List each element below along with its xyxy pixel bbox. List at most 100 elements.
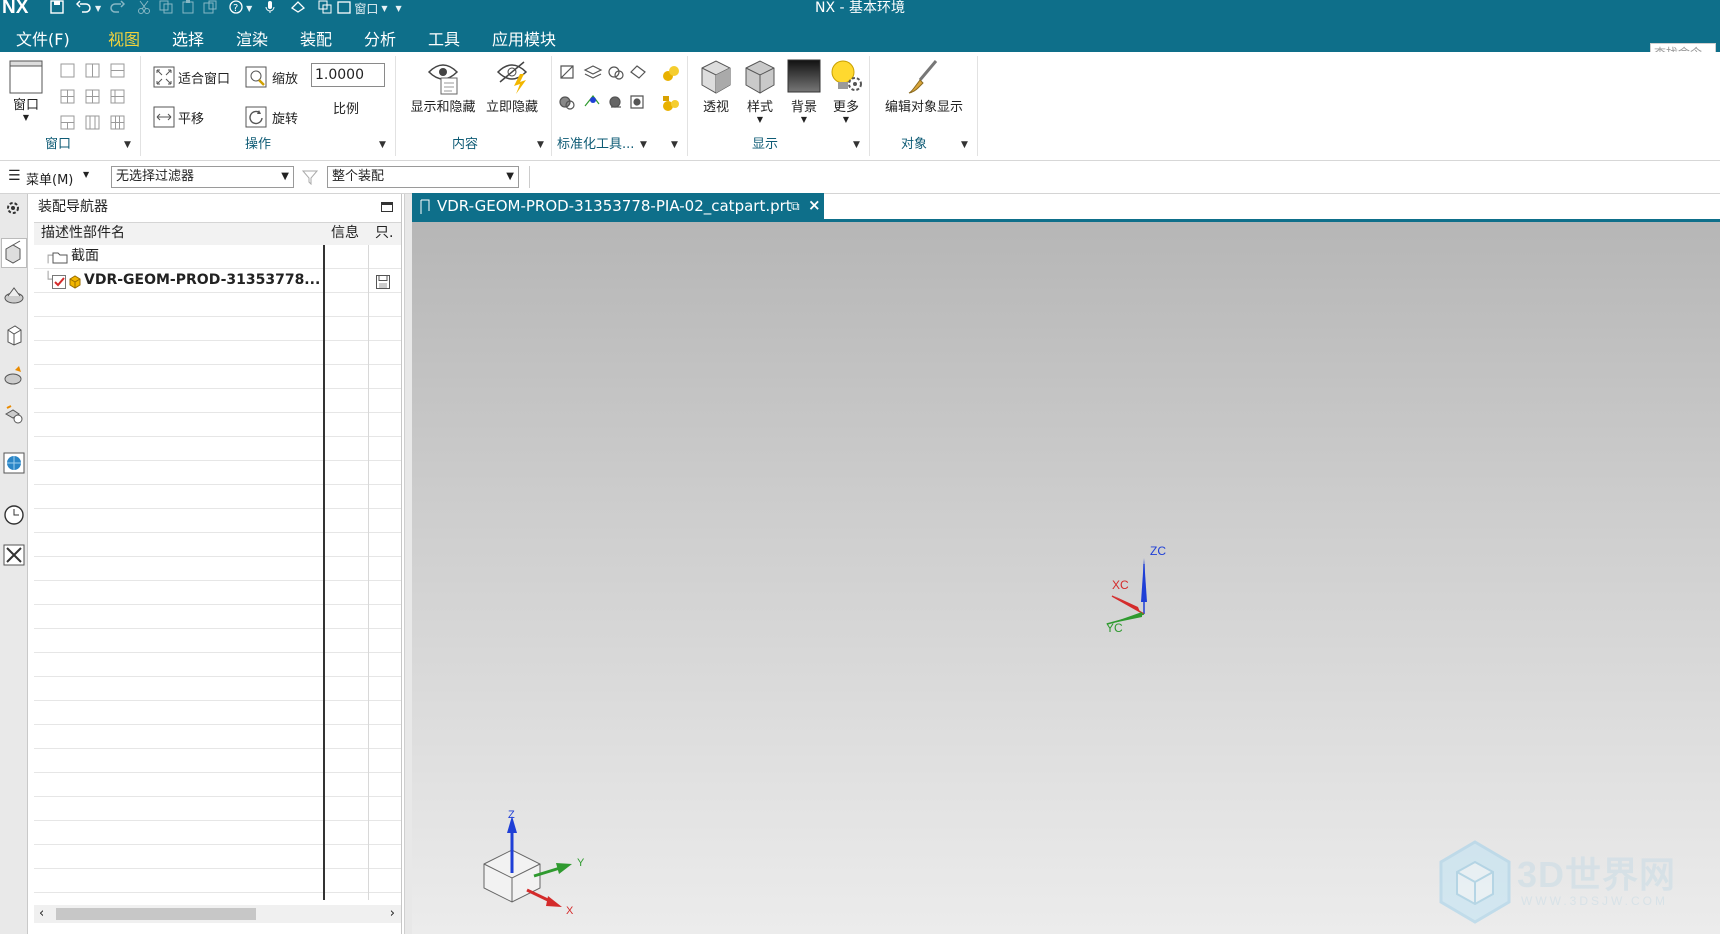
history-icon[interactable] — [3, 504, 25, 526]
selection-scope-select[interactable]: 整个装配 ▼ — [327, 166, 519, 188]
style-button[interactable]: 样式 ▼ — [741, 58, 779, 124]
maximize-icon[interactable] — [381, 202, 393, 212]
cut-icon[interactable] — [137, 0, 151, 17]
tab-view[interactable]: 视图 — [97, 26, 151, 55]
horizontal-scrollbar[interactable]: ‹ › — [34, 905, 401, 923]
group-window-more-icon[interactable]: ▼ — [124, 140, 131, 150]
web-browser-icon[interactable] — [3, 452, 25, 474]
paste-icon[interactable] — [181, 0, 195, 17]
column-divider — [368, 245, 369, 900]
column-header-name[interactable]: 描述性部件名 — [41, 223, 125, 244]
window-menu[interactable]: 窗口 — [354, 0, 378, 17]
scale-input[interactable]: 1.0000 — [311, 63, 385, 87]
group-extra-more-icon[interactable]: ▼ — [671, 140, 678, 150]
group-standard-tools-more-icon[interactable]: ▼ — [640, 140, 647, 150]
tab-tools[interactable]: 工具 — [428, 26, 460, 50]
view-layout-icons[interactable] — [60, 62, 130, 134]
menu-dropdown-icon[interactable]: ▼ — [83, 170, 89, 179]
resource-bar — [0, 194, 28, 934]
window-dropdown-icon[interactable]: ▼ — [8, 113, 44, 122]
column-header-readonly[interactable]: 只. — [375, 223, 393, 244]
document-tab[interactable]: VDR-GEOM-PROD-31353778-PIA-02_catpart.pr… — [412, 193, 824, 220]
group-display: 透视 样式 ▼ 背景 ▼ 更多 ▼ 显示 ▼ — [689, 56, 870, 156]
window-dropdown-icon[interactable]: ▼ — [381, 4, 387, 13]
switch-window-icon[interactable] — [318, 0, 332, 17]
tab-file[interactable]: 文件(F) — [16, 26, 70, 50]
immediate-hide-icon — [496, 61, 528, 94]
perspective-button[interactable]: 透视 — [697, 58, 735, 115]
more-dropdown-icon[interactable]: ▼ — [827, 115, 865, 124]
immediate-hide-button[interactable]: 立即隐藏 — [481, 58, 543, 115]
zoom-button[interactable]: 缩放 — [245, 66, 298, 88]
selection-scope-value: 整个装配 — [332, 169, 385, 184]
tab-assembly[interactable]: 装配 — [300, 26, 332, 50]
window-button[interactable]: 窗口 ▼ — [8, 60, 44, 122]
standard-tools-icons[interactable] — [559, 64, 649, 114]
selection-scope-dropdown-icon: ▼ — [506, 171, 514, 182]
triad-z-label: Z — [508, 809, 515, 821]
scroll-right-icon[interactable]: › — [390, 905, 395, 923]
title-bar: NX NX - 基本环境 ▼ ? ▼ 窗口 ▼ ▼ — [0, 0, 1720, 18]
style-dropdown-icon[interactable]: ▼ — [741, 115, 779, 124]
pan-icon — [153, 106, 175, 128]
hd3d-tools-icon[interactable] — [3, 404, 25, 426]
show-hide-button[interactable]: 显示和隐藏 — [407, 58, 479, 115]
touch-mode-icon[interactable] — [290, 0, 306, 17]
filter-icon[interactable] — [301, 169, 319, 189]
save-icon[interactable] — [50, 0, 64, 17]
rotate-button[interactable]: 旋转 — [245, 106, 298, 128]
more-icon — [831, 60, 862, 91]
help-dropdown-icon[interactable]: ▼ — [246, 4, 252, 13]
tab-applications[interactable]: 应用模块 — [492, 26, 556, 50]
group-content-more-icon[interactable]: ▼ — [537, 140, 544, 150]
undo-icon[interactable] — [75, 0, 92, 17]
close-tab-icon[interactable]: × — [808, 192, 821, 218]
column-header-info[interactable]: 信息 — [331, 223, 359, 244]
help-icon[interactable]: ? — [229, 0, 243, 17]
undock-icon[interactable]: ⧉ — [791, 193, 800, 219]
pan-button[interactable]: 平移 — [153, 106, 204, 128]
assembly-navigator-icon[interactable] — [1, 238, 27, 268]
selection-filter-select[interactable]: 无选择过滤器 ▼ — [111, 166, 294, 188]
redo-icon[interactable] — [109, 0, 126, 17]
paste-special-icon[interactable] — [203, 0, 217, 17]
reuse-library-icon[interactable] — [3, 364, 25, 386]
tab-render[interactable]: 渲染 — [236, 26, 268, 50]
graphics-viewport[interactable]: ZC XC YC Z Y X 3D世界网 WWW.3DSJW.COM — [412, 222, 1720, 934]
edit-object-display-button[interactable]: 编辑对象显示 — [873, 58, 975, 115]
group-display-more-icon[interactable]: ▼ — [853, 140, 860, 150]
group-object-more-icon[interactable]: ▼ — [961, 140, 968, 150]
group-object-label: 对象 — [900, 137, 927, 152]
background-dropdown-icon[interactable]: ▼ — [785, 115, 823, 124]
tree-row-label: VDR-GEOM-PROD-31353778... — [84, 272, 321, 288]
quick-access-toolbar: ▼ ? ▼ 窗口 ▼ ▼ — [50, 0, 402, 16]
resource-settings-icon[interactable] — [3, 198, 25, 220]
more-label: 更多 — [832, 100, 859, 115]
part-navigator-icon[interactable] — [3, 324, 25, 346]
hamburger-icon[interactable]: ☰ — [8, 168, 21, 184]
tab-analysis[interactable]: 分析 — [364, 26, 396, 50]
scroll-left-icon[interactable]: ‹ — [39, 905, 44, 923]
gold-parts-icon[interactable] — [661, 64, 681, 88]
customize-dropdown-icon[interactable]: ▼ — [395, 4, 401, 13]
group-operation-more-icon[interactable]: ▼ — [379, 140, 386, 150]
copy-icon[interactable] — [159, 0, 173, 17]
microphone-icon[interactable] — [264, 0, 276, 17]
background-button[interactable]: 背景 ▼ — [785, 58, 823, 124]
more-button[interactable]: 更多 ▼ — [827, 58, 865, 124]
visibility-checkbox[interactable] — [52, 274, 66, 297]
window-icon[interactable] — [337, 0, 351, 17]
tree-row-part[interactable]: └ VDR-GEOM-PROD-31353778... — [34, 269, 401, 292]
window-icon — [9, 60, 43, 94]
gold-assembly-icon[interactable] — [661, 94, 681, 118]
scrollbar-thumb[interactable] — [56, 908, 256, 920]
system-materials-icon[interactable] — [3, 544, 25, 566]
menu-button[interactable]: 菜单(M) — [26, 169, 73, 188]
tab-select[interactable]: 选择 — [172, 26, 204, 50]
style-icon — [745, 60, 775, 94]
undo-dropdown-icon[interactable]: ▼ — [95, 4, 101, 13]
tree-row-section[interactable]: ┌ 截面 — [34, 245, 401, 268]
fit-window-button[interactable]: 适合窗口 — [153, 66, 230, 88]
group-window: 窗口 ▼ 窗口 ▼ — [0, 56, 141, 156]
constraint-navigator-icon[interactable] — [3, 284, 25, 306]
